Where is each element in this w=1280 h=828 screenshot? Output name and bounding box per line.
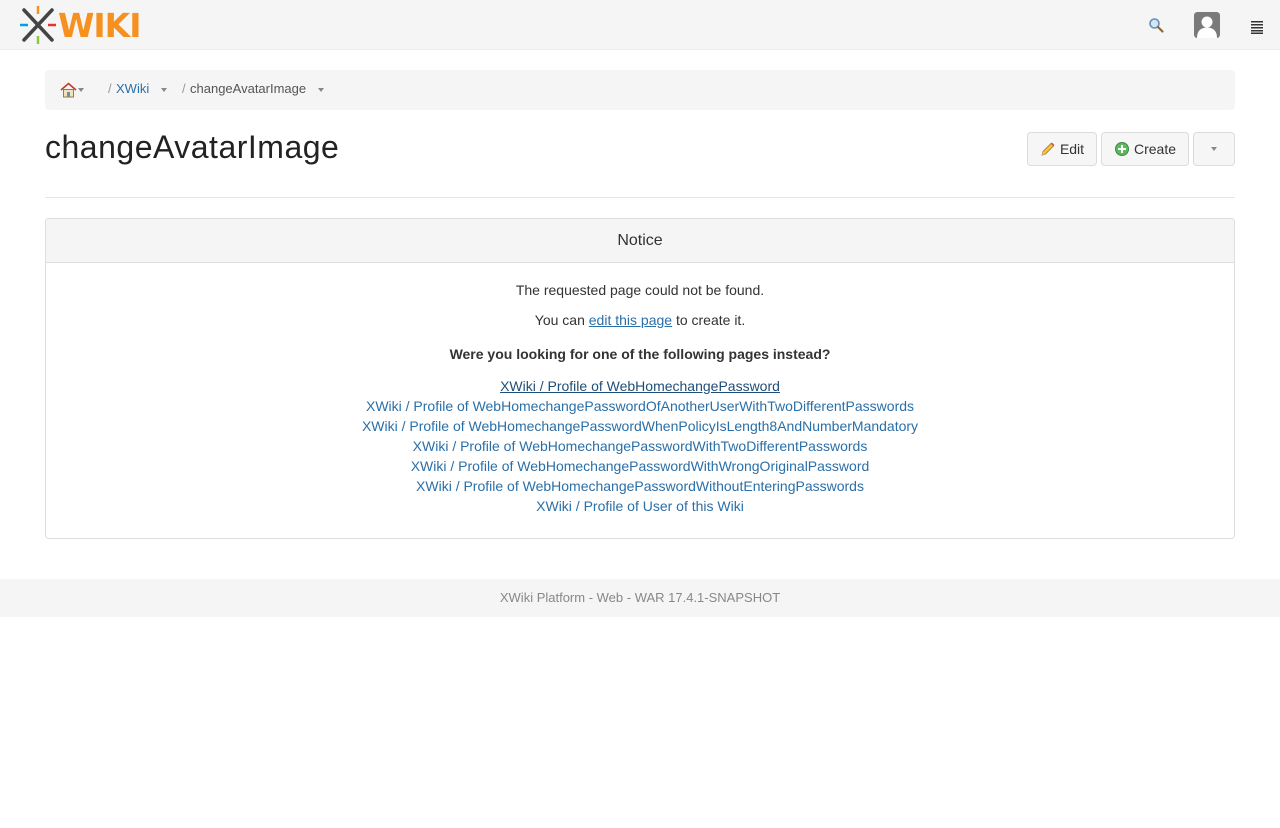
xwiki-dropdown-toggle[interactable]: [159, 84, 171, 96]
suggestion-list: XWiki / Profile of WebHomechangePassword…: [46, 376, 1234, 516]
create-button[interactable]: Create: [1101, 132, 1189, 166]
edit-this-page-link[interactable]: edit this page: [589, 312, 672, 328]
pencil-icon: [1041, 142, 1055, 156]
notice-panel: Notice The requested page could not be f…: [45, 218, 1235, 539]
create-hint: You can edit this page to create it.: [46, 312, 1234, 328]
xwiki-x-logo-icon: [20, 6, 56, 44]
suggestion-link[interactable]: XWiki / Profile of WebHomechangePassword…: [46, 416, 1234, 436]
suggestion-link[interactable]: XWiki / Profile of WebHomechangePassword: [46, 376, 1234, 396]
breadcrumb-separator: /: [182, 81, 186, 96]
edit-button-label: Edit: [1059, 141, 1085, 157]
page-dropdown-toggle[interactable]: [316, 84, 328, 96]
search-icon[interactable]: [1148, 17, 1164, 33]
footer-version-text: XWiki Platform - Web - WAR 17.4.1-SNAPSH…: [499, 590, 781, 605]
suggestion-link[interactable]: XWiki / Profile of WebHomechangePassword…: [46, 476, 1234, 496]
suggestion-link[interactable]: XWiki / Profile of WebHomechangePassword…: [46, 436, 1234, 456]
notice-heading: Notice: [46, 219, 1234, 263]
suggestion-link[interactable]: XWiki / Profile of WebHomechangePassword…: [46, 396, 1234, 416]
title-divider: [45, 197, 1235, 198]
suggestion-link[interactable]: XWiki / Profile of User of this Wiki: [46, 496, 1234, 516]
chevron-down-icon: [1211, 147, 1217, 151]
logo-text: WIKI: [58, 5, 142, 45]
suggestion-link[interactable]: XWiki / Profile of WebHomechangePassword…: [46, 456, 1234, 476]
not-found-message: The requested page could not be found.: [515, 282, 765, 298]
home-icon[interactable]: [60, 82, 77, 98]
xwiki-logo[interactable]: WIKI: [20, 5, 142, 45]
page-title: changeAvatarImage: [45, 129, 340, 165]
add-circle-icon: [1114, 142, 1129, 156]
suggestions-question: Were you looking for one of the followin…: [449, 346, 831, 362]
breadcrumb-separator: /: [108, 81, 112, 96]
footer: XWiki Platform - Web - WAR 17.4.1-SNAPSH…: [0, 579, 1280, 617]
drawer-menu-icon[interactable]: [1250, 20, 1264, 34]
breadcrumb-item-current: changeAvatarImage: [190, 81, 307, 96]
top-navbar: WIKI: [0, 0, 1280, 50]
home-dropdown-toggle[interactable]: [76, 84, 88, 96]
breadcrumb: / XWiki / changeAvatarImage: [45, 70, 1235, 110]
more-actions-button[interactable]: [1193, 132, 1235, 166]
edit-button[interactable]: Edit: [1027, 132, 1097, 166]
breadcrumb-item-xwiki[interactable]: XWiki: [116, 81, 149, 96]
create-hint-suffix: to create it.: [672, 312, 746, 328]
user-avatar-icon[interactable]: [1194, 12, 1220, 38]
create-button-label: Create: [1133, 141, 1177, 157]
create-hint-prefix: You can: [534, 312, 589, 328]
